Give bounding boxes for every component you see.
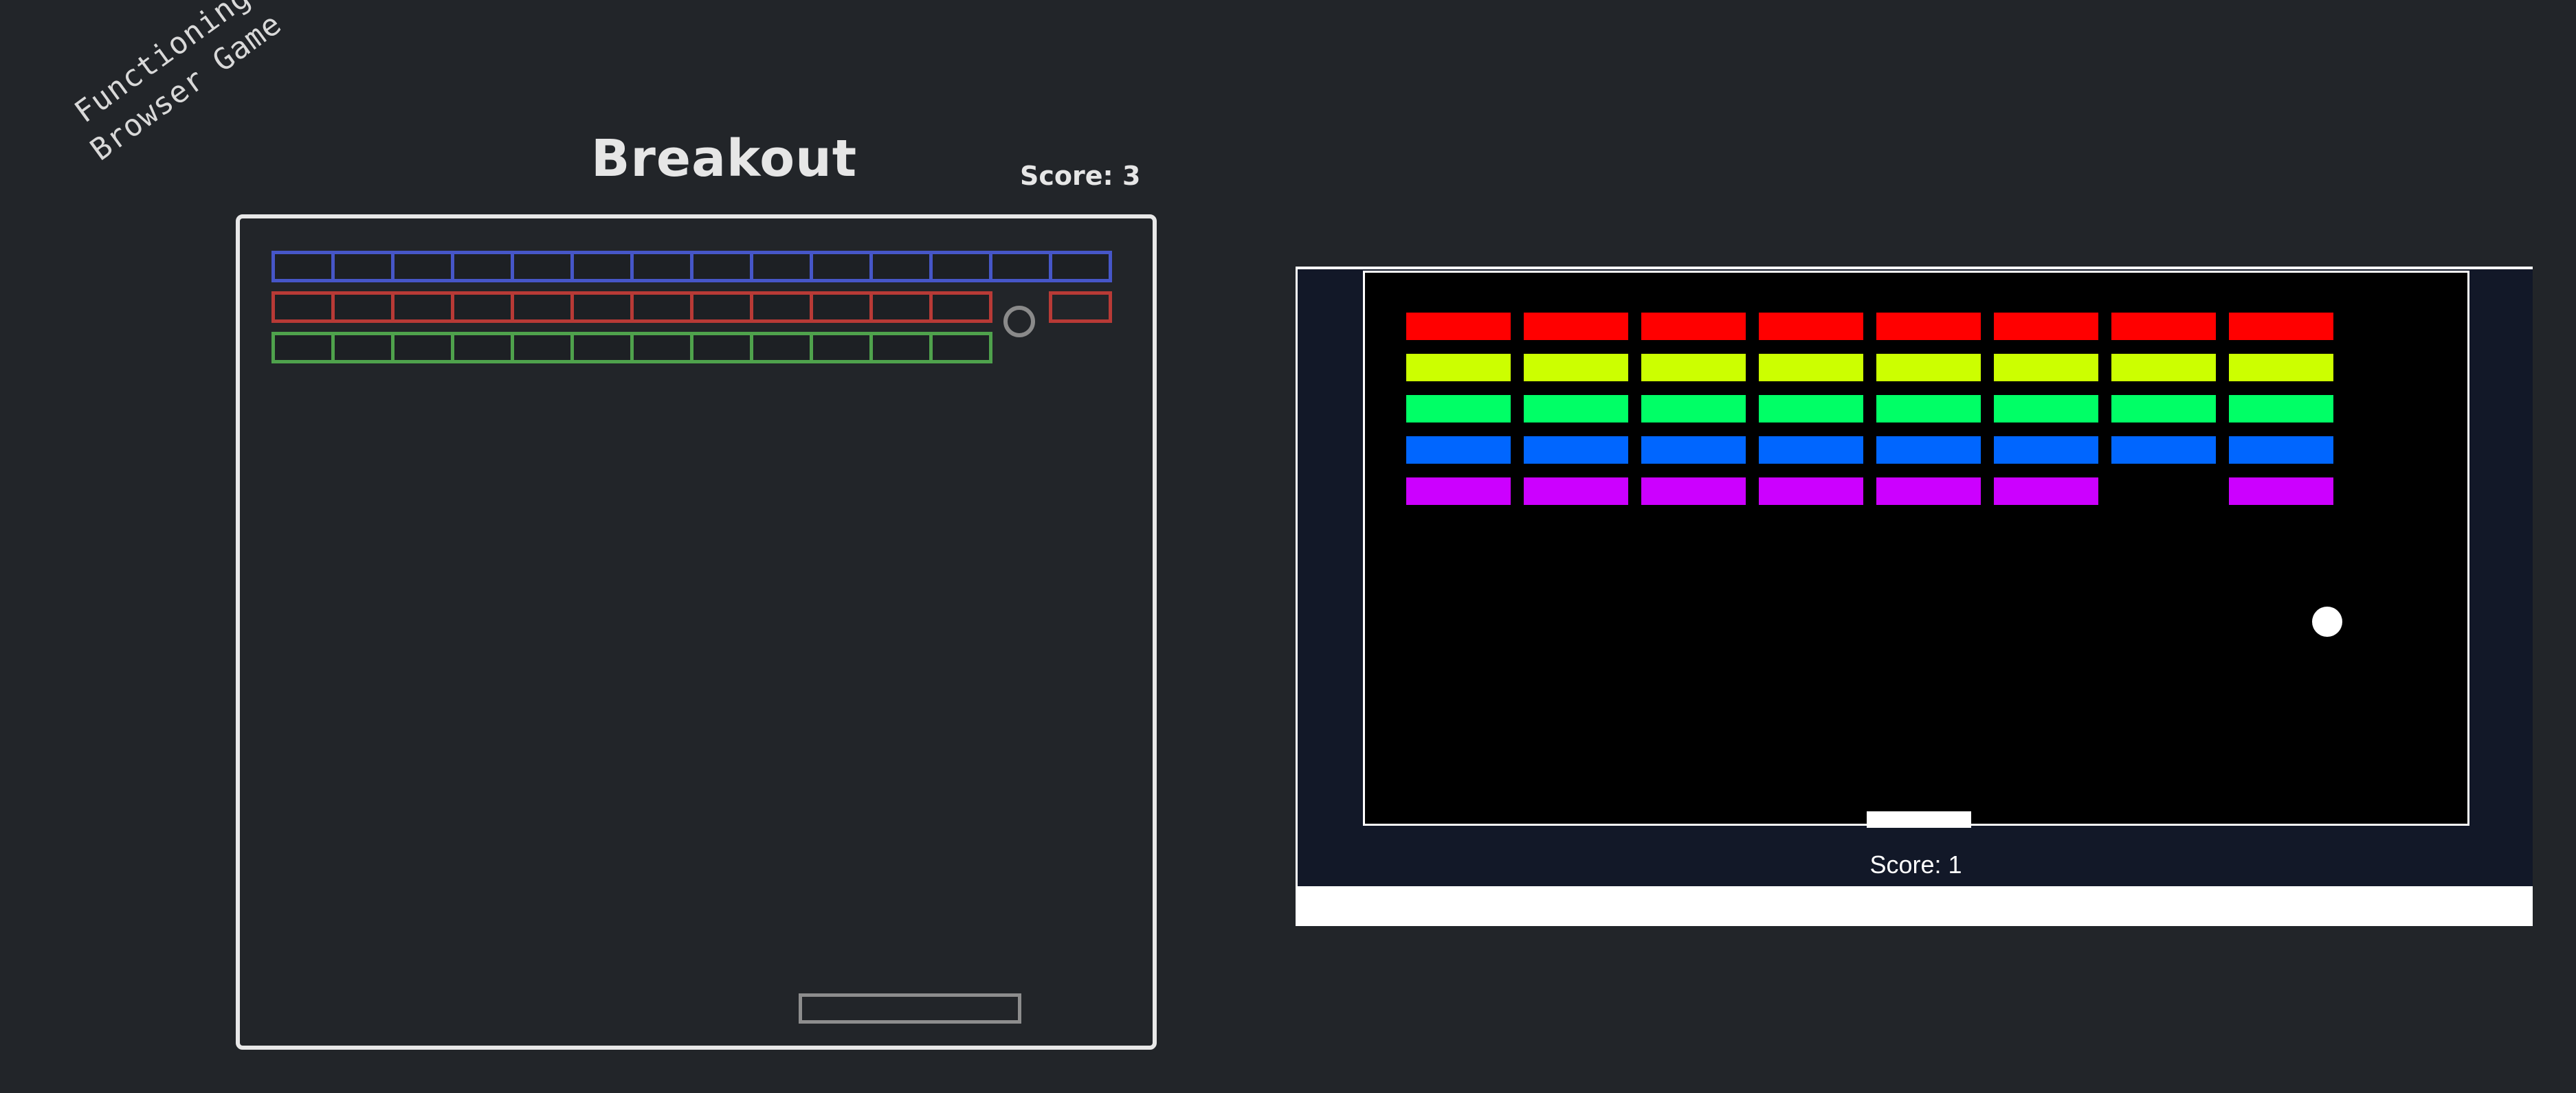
sketch-brick — [750, 291, 813, 323]
game-brick — [2111, 436, 2216, 464]
game-brick — [2111, 354, 2216, 381]
game-paddle[interactable] — [1867, 811, 1971, 828]
game-brick — [2111, 313, 2216, 340]
game-brick — [2229, 395, 2333, 422]
sketch-brick — [1049, 291, 1112, 323]
game-brick — [2229, 354, 2333, 381]
sketch-brick — [331, 251, 395, 282]
game-brick — [1876, 477, 1981, 505]
game-brick — [1994, 436, 2098, 464]
sketch-brick — [271, 251, 335, 282]
sketch-brick — [511, 291, 574, 323]
game-brick — [1524, 395, 1628, 422]
sketch-brick — [331, 332, 395, 363]
sketch-score: Score: 3 — [1020, 161, 1141, 191]
sketch-brick — [810, 251, 873, 282]
game-brick — [1876, 313, 1981, 340]
game-brick — [1994, 313, 2098, 340]
game-brick — [1406, 313, 1511, 340]
sketch-brick — [451, 332, 514, 363]
game-brick — [1641, 354, 1746, 381]
sketch-brick — [750, 332, 813, 363]
sketch-brick — [869, 291, 933, 323]
screenshot-left-border — [1296, 267, 1298, 888]
game-brick — [1994, 395, 2098, 422]
game-brick — [1524, 436, 1628, 464]
game-brick — [1641, 313, 1746, 340]
sketch-brick — [929, 332, 992, 363]
game-brick — [1641, 395, 1746, 422]
game-brick — [1759, 477, 1863, 505]
game-screenshot: Score: 1 — [1296, 267, 2533, 926]
sketch-brick — [271, 291, 335, 323]
sketch-brick — [331, 291, 395, 323]
sketch-ball — [1003, 306, 1035, 337]
sketch-brick — [810, 291, 873, 323]
game-canvas[interactable] — [1363, 271, 2469, 828]
sketch-brick — [1049, 251, 1112, 282]
game-brick — [1524, 477, 1628, 505]
game-brick — [1524, 313, 1628, 340]
game-brick — [1406, 354, 1511, 381]
sketch-brick — [869, 251, 933, 282]
game-brick — [1759, 436, 1863, 464]
sketch-brick — [391, 251, 454, 282]
game-brick — [2229, 436, 2333, 464]
sketch-brick — [929, 291, 992, 323]
note-label: Functioning Browser Game — [34, 0, 315, 188]
sketch-title: Breakout — [591, 129, 858, 188]
sketch-brick — [451, 291, 514, 323]
sketch-brick — [511, 251, 574, 282]
sketch-brick — [511, 332, 574, 363]
game-brick — [1406, 477, 1511, 505]
sketch-brick — [929, 251, 992, 282]
sketch-brick — [869, 332, 933, 363]
game-brick — [1876, 436, 1981, 464]
game-ball — [2312, 607, 2342, 637]
game-brick — [1876, 395, 1981, 422]
sketch-brick — [630, 251, 693, 282]
sketch-brick — [271, 332, 335, 363]
sketch-brick — [451, 251, 514, 282]
screenshot-bottom-bar — [1296, 886, 2533, 926]
game-brick — [1406, 395, 1511, 422]
sketch-brick — [570, 251, 634, 282]
sketch-brick — [690, 332, 753, 363]
game-brick — [1876, 354, 1981, 381]
sketch-brick — [989, 251, 1052, 282]
sketch-brick — [690, 291, 753, 323]
sketch-brick — [810, 332, 873, 363]
game-brick — [1994, 354, 2098, 381]
game-brick — [1641, 436, 1746, 464]
screenshot-top-border — [1296, 267, 2533, 269]
game-brick — [2229, 477, 2333, 505]
game-brick — [1759, 313, 1863, 340]
game-brick — [1406, 436, 1511, 464]
sketch-brick — [630, 291, 693, 323]
game-brick — [1641, 477, 1746, 505]
game-brick — [1994, 477, 2098, 505]
sketch-brick — [570, 332, 634, 363]
sketch-brick — [630, 332, 693, 363]
sketch-brick — [391, 332, 454, 363]
sketch-brick — [750, 251, 813, 282]
game-brick — [1524, 354, 1628, 381]
sketch-brick — [570, 291, 634, 323]
game-brick — [1759, 354, 1863, 381]
sketch-brick — [391, 291, 454, 323]
sketch-paddle[interactable] — [799, 993, 1021, 1024]
game-score: Score: 1 — [1869, 850, 1962, 879]
sketch-brick — [690, 251, 753, 282]
game-brick — [2111, 395, 2216, 422]
game-brick — [1759, 395, 1863, 422]
game-brick — [2229, 313, 2333, 340]
